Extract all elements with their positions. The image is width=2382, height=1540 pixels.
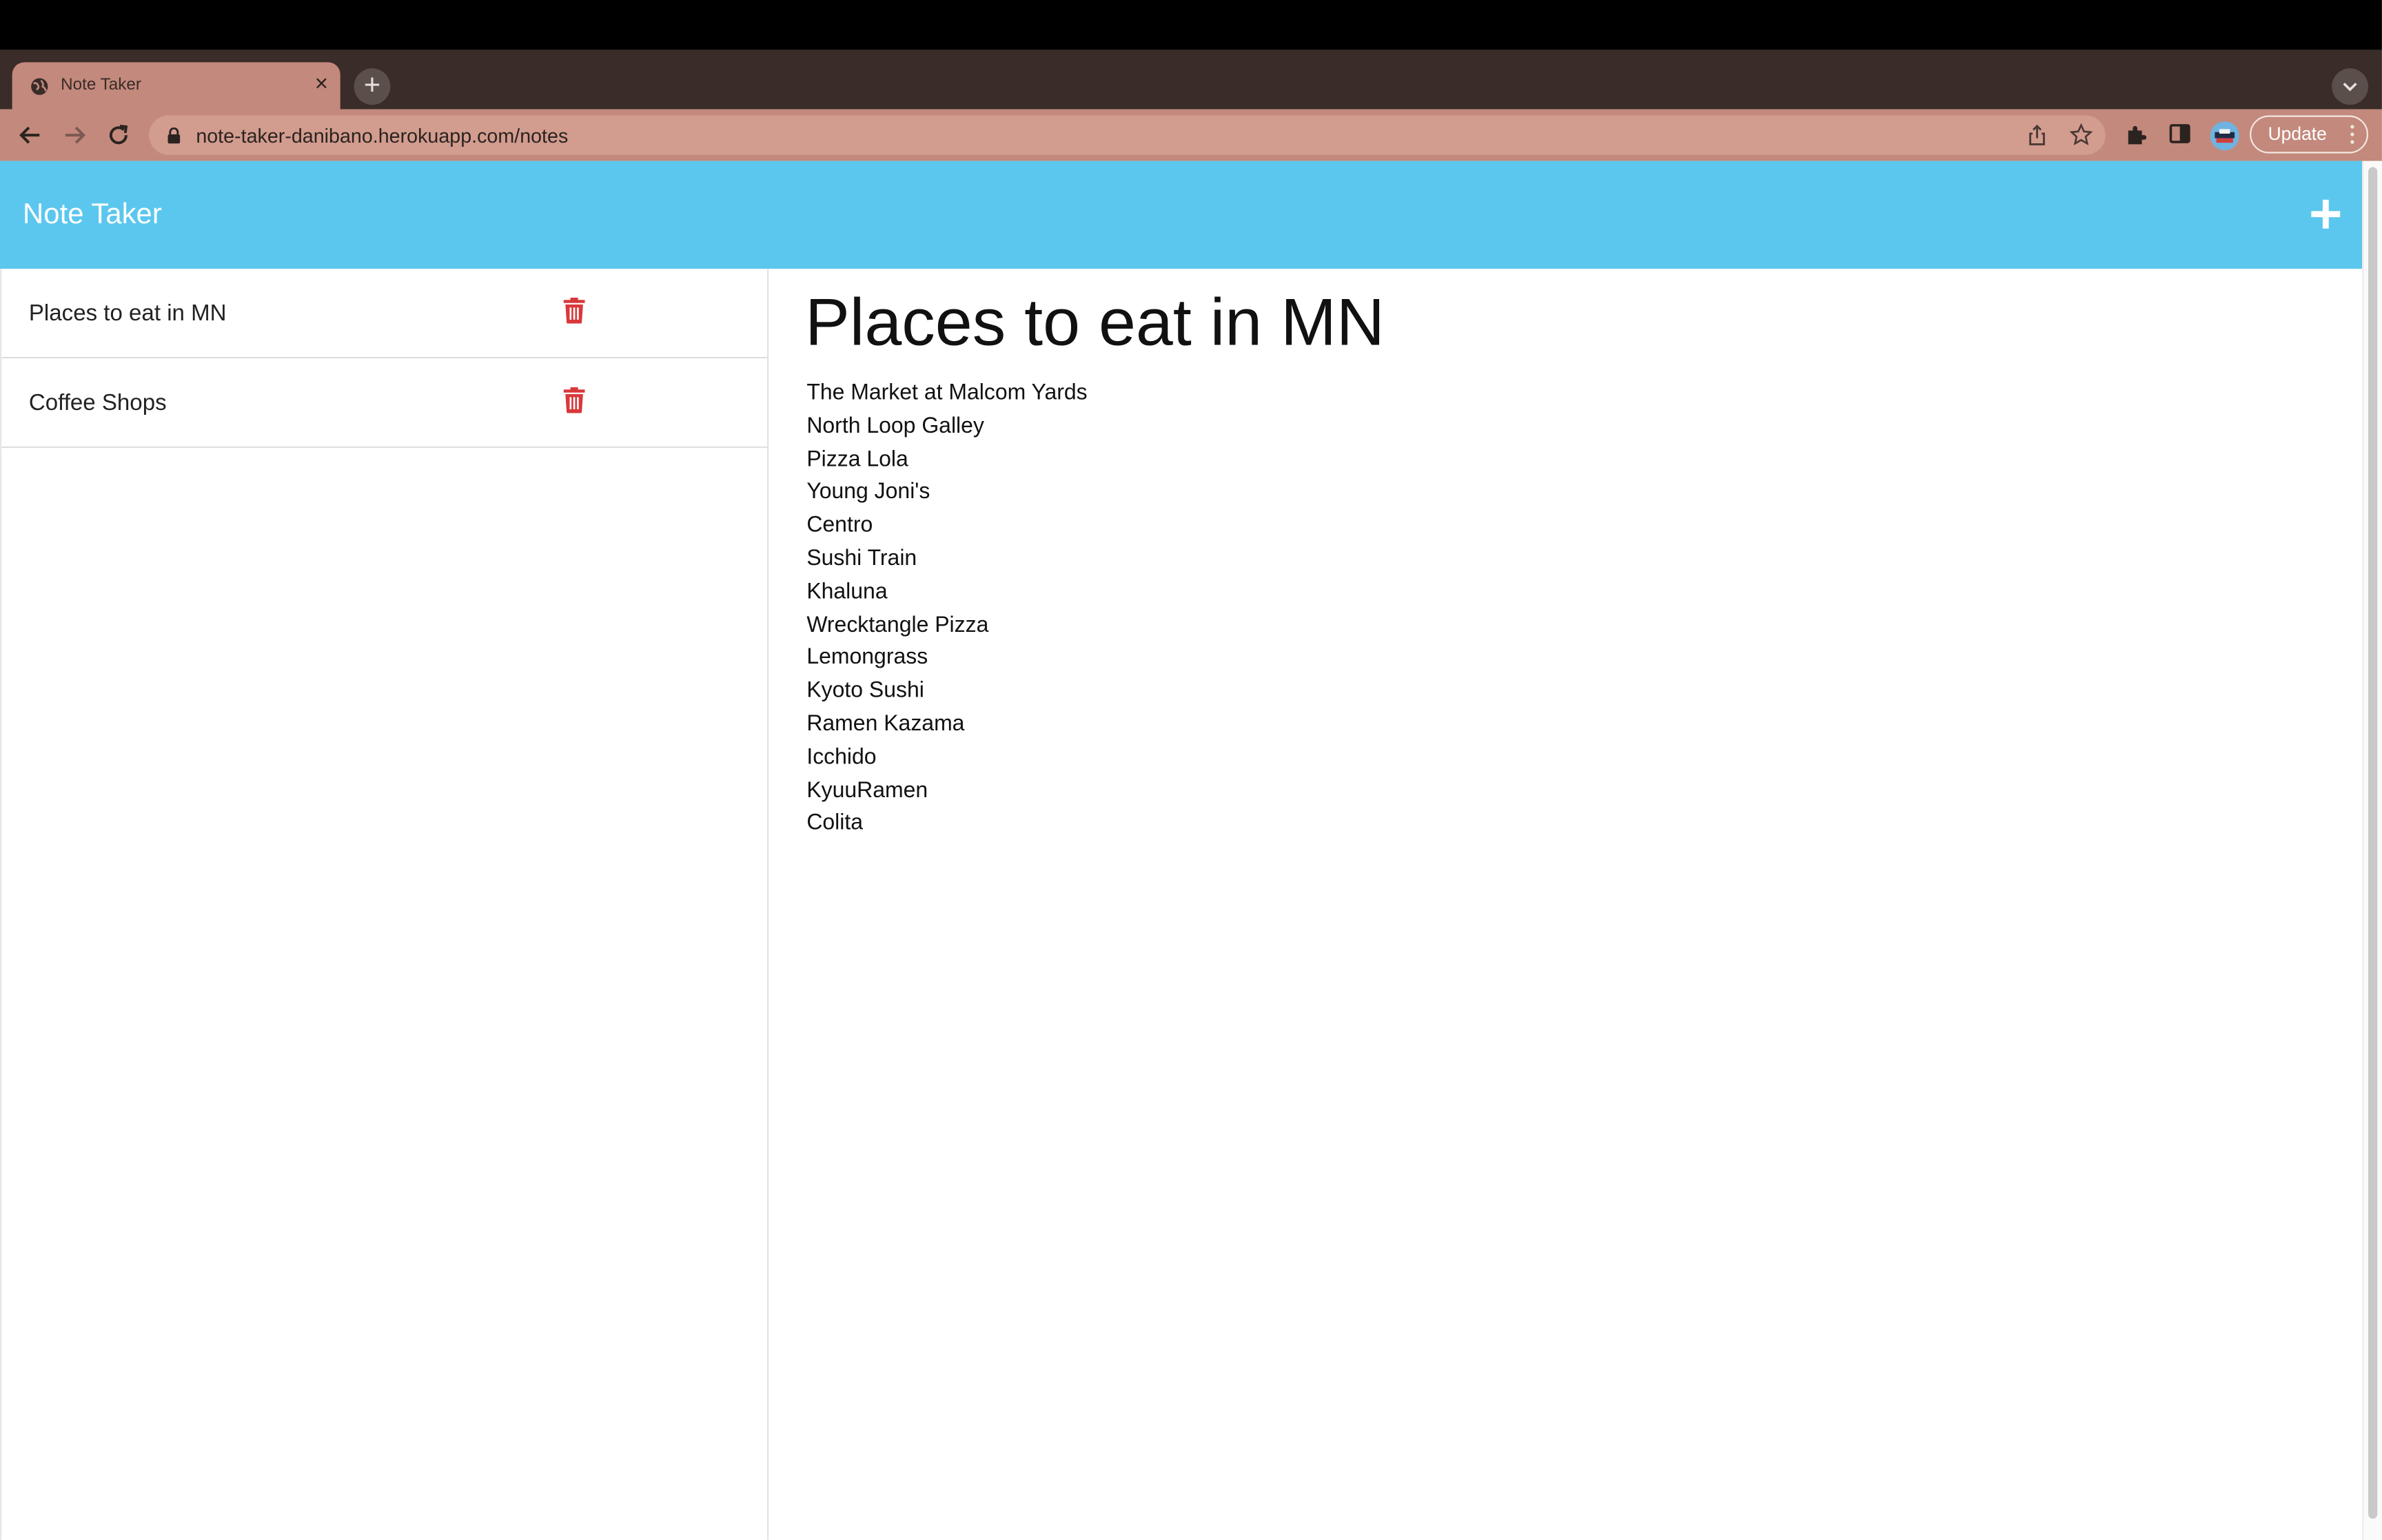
reload-icon[interactable] <box>105 121 132 149</box>
note-list-item-title: Coffee Shops <box>28 390 167 416</box>
note-line: The Market at Malcom Yards <box>806 381 1088 406</box>
note-line: KyuuRamen <box>806 778 928 803</box>
scrollbar-thumb[interactable] <box>2368 167 2378 1519</box>
forward-icon[interactable] <box>61 121 88 149</box>
browser-tab[interactable]: Note Taker × <box>12 62 340 111</box>
note-line: Sushi Train <box>806 546 917 571</box>
lock-icon <box>167 127 181 144</box>
note-title[interactable]: Places to eat in MN <box>805 285 1385 361</box>
note-text[interactable]: The Market at Malcom Yards North Loop Ga… <box>806 378 1087 842</box>
note-line: Pizza Lola <box>806 447 908 472</box>
side-panel-icon[interactable] <box>2169 123 2190 145</box>
globe-icon <box>31 78 48 95</box>
new-tab-button[interactable]: + <box>354 68 391 105</box>
note-line: North Loop Galley <box>806 414 984 439</box>
note-list-item-title: Places to eat in MN <box>28 300 227 327</box>
url-text: note-taker-danibano.herokuapp.com/notes <box>196 124 569 147</box>
note-editor: Places to eat in MN The Market at Malcom… <box>770 269 2362 1540</box>
note-line: Wrecktangle Pizza <box>806 613 989 637</box>
update-button[interactable]: Update <box>2250 115 2369 154</box>
avatar-image <box>2210 121 2239 151</box>
chevron-down-icon <box>2343 82 2357 92</box>
extensions-icon[interactable] <box>2124 123 2148 147</box>
note-list-item[interactable]: Places to eat in MN <box>1 269 769 359</box>
more-vert-icon <box>2350 125 2354 144</box>
new-note-plus-icon[interactable] <box>2309 198 2342 231</box>
note-line: Khaluna <box>806 579 888 604</box>
tab-search-button[interactable] <box>2332 68 2369 105</box>
browser-tab-strip: Note Taker × + <box>0 50 2382 111</box>
share-icon[interactable] <box>2026 123 2048 147</box>
address-bar[interactable]: note-taker-danibano.herokuapp.com/notes <box>148 115 2106 155</box>
trash-icon[interactable] <box>563 387 585 413</box>
system-top-bar <box>0 0 2382 50</box>
browser-toolbar: note-taker-danibano.herokuapp.com/notes <box>0 109 2382 161</box>
note-line: Centro <box>806 513 873 538</box>
note-line: Ramen Kazama <box>806 712 965 737</box>
tab-title: Note Taker <box>61 76 141 94</box>
note-list-item[interactable]: Coffee Shops <box>1 358 769 449</box>
app-navbar: Note Taker <box>0 161 2363 269</box>
bookmark-star-icon[interactable] <box>2069 123 2093 147</box>
note-line: Kyoto Sushi <box>806 679 924 704</box>
note-line: Lemongrass <box>806 646 928 670</box>
note-line: Colita <box>806 811 864 836</box>
note-line: Icchido <box>806 745 877 770</box>
profile-avatar[interactable] <box>2210 121 2239 151</box>
screen: Note Taker × + note-taker-danibano.herok… <box>0 0 2382 1540</box>
note-line: Young Joni's <box>806 480 930 505</box>
trash-icon[interactable] <box>563 297 585 324</box>
update-label: Update <box>2268 123 2327 145</box>
back-icon[interactable] <box>17 121 44 149</box>
tab-close-icon[interactable]: × <box>315 72 328 97</box>
page-scrollbar[interactable] <box>2362 161 2382 1540</box>
note-list: Places to eat in MN Coffee Shops <box>0 269 769 1540</box>
app-title[interactable]: Note Taker <box>23 199 162 232</box>
